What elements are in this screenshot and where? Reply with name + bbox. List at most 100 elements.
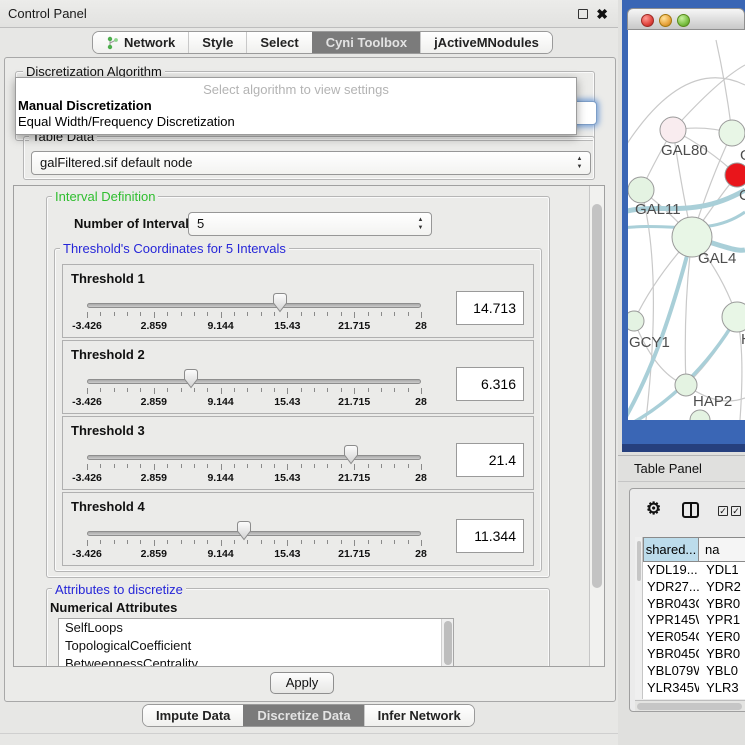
table-data-combobox[interactable]: galFiltered.sif default node ▲▼ [31, 151, 591, 175]
scrollbar-thumb[interactable] [444, 621, 452, 665]
algorithm-placeholder-option[interactable]: Select algorithm to view settings [16, 78, 576, 98]
slider-track[interactable] [87, 531, 421, 536]
network-node[interactable] [725, 163, 745, 187]
cell-shared-name[interactable]: YBL079W [643, 663, 699, 680]
tick-mark [394, 464, 395, 468]
tab-cyni-toolbox[interactable]: Cyni Toolbox [312, 32, 420, 53]
tab-style[interactable]: Style [188, 32, 246, 53]
threshold-panel-2: Threshold 2-3.4262.8599.14415.4321.71528… [62, 340, 534, 414]
table-row[interactable]: YDL19...YDL1 [643, 562, 745, 579]
right-panels: GAL80G.CGAL11GAL4GCY1HHAP2 Table Panel ⚙… [618, 0, 745, 745]
tab-infer-network[interactable]: Infer Network [364, 705, 474, 726]
cell-shared-name[interactable]: YLR345W [643, 680, 699, 697]
cell-name[interactable]: YBL0 [699, 663, 745, 680]
scrollbar-thumb[interactable] [637, 703, 742, 710]
tab-impute-data[interactable]: Impute Data [143, 705, 243, 726]
column-header-name[interactable]: na [699, 537, 745, 562]
network-node[interactable] [690, 410, 710, 420]
tick-mark [127, 540, 128, 544]
close-icon[interactable]: ✖ [596, 4, 608, 24]
table-row[interactable]: YIL052CYIL0 [643, 696, 745, 697]
network-node[interactable] [719, 120, 745, 146]
zoom-traffic-light-icon[interactable] [677, 14, 690, 27]
slider-handle[interactable] [183, 368, 199, 389]
tab-discretize-data[interactable]: Discretize Data [243, 705, 363, 726]
table-row[interactable]: YLR345WYLR3 [643, 680, 745, 697]
network-edge[interactable] [716, 40, 732, 133]
table-row[interactable]: YDR27...YDR2 [643, 579, 745, 596]
threshold-value-field[interactable]: 11.344 [456, 519, 524, 553]
table-row[interactable]: YER054CYER0 [643, 629, 745, 646]
slider-track[interactable] [87, 379, 421, 384]
attribute-list-item[interactable]: BetweennessCentrality [59, 655, 453, 667]
cell-name[interactable]: YLR3 [699, 680, 745, 697]
slider-handle[interactable] [236, 520, 252, 541]
tick-mark [140, 464, 141, 468]
tick-label: 15.43 [274, 472, 300, 484]
cell-shared-name[interactable]: YPR145W [643, 612, 699, 629]
cell-shared-name[interactable]: YBR045C [643, 646, 699, 663]
table-row[interactable]: YBL079WYBL0 [643, 663, 745, 680]
slider-handle[interactable] [343, 444, 359, 465]
threshold-value-field[interactable]: 14.713 [456, 291, 524, 325]
network-node[interactable] [660, 117, 686, 143]
cell-name[interactable]: YBR0 [699, 596, 745, 613]
cell-shared-name[interactable]: YBR043C [643, 596, 699, 613]
cell-name[interactable]: YBR0 [699, 646, 745, 663]
attribute-list-item[interactable]: SelfLoops [59, 619, 453, 637]
gear-icon[interactable]: ⚙ [646, 499, 661, 519]
network-canvas[interactable]: GAL80G.CGAL11GAL4GCY1HHAP2 [628, 30, 745, 420]
close-traffic-light-icon[interactable] [641, 14, 654, 27]
network-node[interactable] [628, 177, 654, 203]
algorithm-option-equal-width[interactable]: Equal Width/Frequency Discretization [16, 114, 576, 130]
scrollbar-thumb[interactable] [592, 204, 602, 588]
split-columns-icon[interactable] [682, 502, 699, 518]
tick-mark [140, 388, 141, 392]
slider-handle[interactable] [272, 292, 288, 313]
cell-name[interactable]: YDR2 [699, 579, 745, 596]
tick-label: -3.426 [72, 472, 102, 484]
checkbox-icon[interactable]: ✓ [718, 506, 728, 516]
table-row[interactable]: YBR045CYBR0 [643, 646, 745, 663]
cell-name[interactable]: YER0 [699, 629, 745, 646]
slider-track[interactable] [87, 455, 421, 460]
tab-jactivemnodules[interactable]: jActiveMNodules [420, 32, 552, 53]
tab-select[interactable]: Select [246, 32, 311, 53]
cell-shared-name[interactable]: YDL19... [643, 562, 699, 579]
cell-shared-name[interactable]: YDR27... [643, 579, 699, 596]
tick-label: 9.144 [207, 472, 233, 484]
scrollbar-thumb[interactable] [637, 541, 641, 581]
tab-label: Cyni Toolbox [326, 32, 407, 54]
table-horizontal-scrollbar[interactable] [635, 700, 745, 711]
checkbox-icon[interactable]: ✓ [731, 506, 741, 516]
apply-button[interactable]: Apply [270, 672, 334, 694]
minimize-traffic-light-icon[interactable] [659, 14, 672, 27]
tab-network[interactable]: Network [93, 32, 188, 53]
viewport-scrollbar[interactable] [589, 186, 604, 666]
slider-track[interactable] [87, 303, 421, 308]
cell-name[interactable]: YDL1 [699, 562, 745, 579]
cell-name[interactable]: YPR1 [699, 612, 745, 629]
float-window-icon[interactable] [578, 9, 588, 19]
attributes-list-scrollbar[interactable] [441, 619, 453, 667]
attribute-list-item[interactable]: TopologicalCoefficient [59, 637, 453, 655]
tick-mark [354, 312, 355, 318]
cell-shared-name[interactable]: YER054C [643, 629, 699, 646]
column-header-shared-name[interactable]: shared... [643, 537, 699, 562]
tick-mark [87, 388, 88, 394]
network-node[interactable] [722, 302, 745, 332]
tick-mark [421, 388, 422, 394]
table-row[interactable]: YBR043CYBR0 [643, 596, 745, 613]
threshold-value-field[interactable]: 21.4 [456, 443, 524, 477]
table-vertical-scrollbar[interactable] [635, 537, 643, 699]
tick-mark [368, 540, 369, 544]
network-node[interactable] [628, 311, 644, 331]
number-of-intervals-combobox[interactable]: 5 ▲▼ [188, 212, 432, 236]
tick-mark [140, 312, 141, 316]
network-edge[interactable] [634, 321, 686, 385]
table-row[interactable]: YPR145WYPR1 [643, 612, 745, 629]
cell-name[interactable]: YIL0 [699, 696, 745, 697]
threshold-value-field[interactable]: 6.316 [456, 367, 524, 401]
algorithm-option-manual[interactable]: Manual Discretization [16, 98, 576, 114]
cell-shared-name[interactable]: YIL052C [643, 696, 699, 697]
